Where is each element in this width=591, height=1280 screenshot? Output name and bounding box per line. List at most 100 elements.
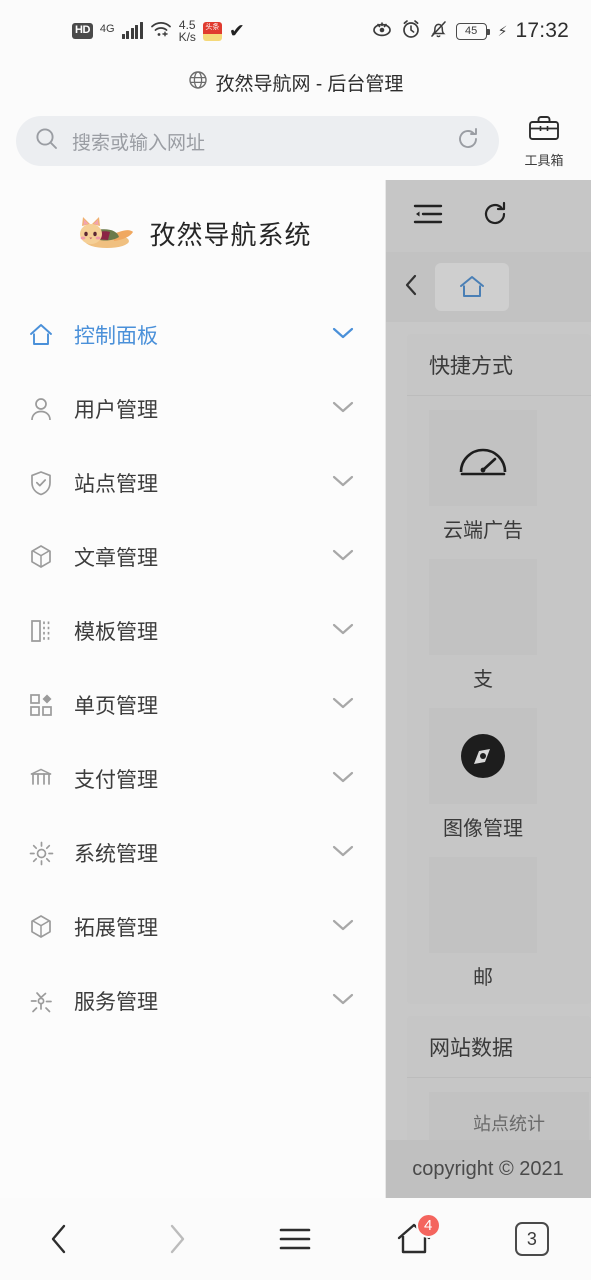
- search-placeholder: 搜索或输入网址: [72, 132, 206, 154]
- service-icon: [28, 989, 54, 1013]
- admin-footer: copyright © 2021: [385, 1140, 591, 1198]
- tab-home[interactable]: [435, 263, 509, 311]
- brand-name: 孜然导航系统: [149, 219, 312, 250]
- bell-muted-icon: [429, 19, 448, 44]
- sidebar-item-label: 服务管理: [74, 991, 158, 1014]
- browser-search-row: 搜索或输入网址 工具箱: [0, 102, 591, 180]
- brand-header: 孜然导航系统: [0, 180, 385, 276]
- nav-menu-button[interactable]: [260, 1209, 330, 1269]
- admin-toolbar: [385, 180, 591, 252]
- tab-scroll-left-icon[interactable]: [401, 272, 423, 303]
- toolbox-label: 工具箱: [524, 153, 564, 168]
- sidebar-item-payment-management[interactable]: 支付管理: [0, 742, 385, 816]
- sidebar-item-control-panel[interactable]: 控制面板: [0, 298, 385, 372]
- shortcut-item[interactable]: 邮: [429, 857, 537, 990]
- sidebar-item-singlepage-management[interactable]: 单页管理: [0, 668, 385, 742]
- page-title: 孜然导航网 - 后台管理: [215, 73, 404, 95]
- sidebar-drawer: 孜然导航系统 控制面板 用户管理 站点管理 文章管理 模板管理 单页管理 支付管…: [0, 180, 386, 1198]
- globe-icon: [188, 70, 208, 95]
- chevron-down-icon: [331, 769, 355, 790]
- shortcut-item[interactable]: 支: [429, 559, 537, 692]
- shortcut-label: 支: [473, 669, 493, 691]
- sidebar-item-label: 控制面板: [74, 325, 158, 348]
- nav-tabs-button[interactable]: 3: [497, 1209, 567, 1269]
- box-icon: [28, 544, 54, 570]
- shortcut-item[interactable]: 云端广告: [429, 410, 537, 543]
- refresh-icon[interactable]: [455, 126, 481, 157]
- shortcut-label: 云端广告: [443, 520, 523, 542]
- admin-tab-strip: [385, 252, 591, 322]
- chevron-left-icon: [51, 1224, 66, 1254]
- sidebar-item-label: 站点管理: [74, 473, 158, 496]
- grid-dot-icon: [28, 693, 54, 717]
- shortcut-item[interactable]: 图像管理: [429, 708, 537, 841]
- sidebar-item-extension-management[interactable]: 拓展管理: [0, 890, 385, 964]
- chevron-right-icon: [171, 1224, 185, 1254]
- browser-bottom-nav: 4 3: [0, 1198, 591, 1280]
- chevron-down-icon: [331, 473, 355, 494]
- hd-badge: HD: [72, 23, 93, 39]
- shortcut-label: 图像管理: [443, 818, 523, 840]
- template-icon: [28, 618, 54, 644]
- sidebar-item-user-management[interactable]: 用户管理: [0, 372, 385, 446]
- sidebar-item-label: 用户管理: [74, 399, 158, 422]
- checkmark-icon: ✔: [228, 20, 245, 42]
- chevron-down-icon: [331, 621, 355, 642]
- compass-icon: [429, 708, 537, 804]
- toolbox-icon: [527, 113, 561, 148]
- clock-label: 17:32: [515, 19, 569, 42]
- status-bar-right: 45 ⚡ 17:32: [371, 19, 569, 44]
- partial-icon: [429, 857, 537, 953]
- shortcuts-card-title: 快捷方式: [407, 334, 591, 396]
- chevron-down-icon: [331, 325, 355, 346]
- shield-check-icon: [28, 470, 54, 496]
- chevron-down-icon: [331, 547, 355, 568]
- gauge-icon: [429, 410, 537, 506]
- phone-screen: HD 4G 4.5 K/s ✔ 45 ⚡ 17:: [0, 0, 591, 1280]
- sidebar-item-template-management[interactable]: 模板管理: [0, 594, 385, 668]
- toolbox-button[interactable]: 工具箱: [513, 113, 575, 169]
- nav-back-button[interactable]: [24, 1209, 94, 1269]
- sidebar-item-label: 单页管理: [74, 695, 158, 718]
- search-input[interactable]: 搜索或输入网址: [16, 116, 499, 166]
- battery-icon: 45: [455, 22, 490, 40]
- alarm-clock-icon: [401, 19, 421, 44]
- network-type-label: 4G: [99, 23, 115, 35]
- box-icon: [28, 914, 54, 940]
- shortcuts-card: 快捷方式 云端广告 支 图像管理 邮: [407, 334, 591, 1004]
- sidebar-item-label: 支付管理: [74, 769, 158, 792]
- hamburger-menu-icon: [280, 1228, 311, 1250]
- charging-bolt-icon: ⚡: [497, 22, 508, 39]
- signal-bars-icon: [121, 22, 143, 39]
- shortcut-label: 邮: [473, 967, 493, 989]
- partial-icon: [429, 559, 537, 655]
- nav-forward-button[interactable]: [142, 1209, 212, 1269]
- admin-refresh-icon[interactable]: [481, 200, 509, 233]
- toutiao-app-icon: [202, 21, 222, 41]
- sidebar-item-label: 模板管理: [74, 621, 158, 644]
- search-icon: [34, 126, 60, 157]
- chevron-down-icon: [331, 399, 355, 420]
- sidebar-item-system-management[interactable]: 系统管理: [0, 816, 385, 890]
- sidebar-item-label: 拓展管理: [74, 917, 158, 940]
- webview: 快捷方式 云端广告 支 图像管理 邮 网站数据 站点统计 copyright ©…: [0, 180, 591, 1198]
- sidebar-item-site-management[interactable]: 站点管理: [0, 446, 385, 520]
- shortcuts-grid: 云端广告 支 图像管理 邮: [407, 396, 591, 1004]
- user-icon: [28, 396, 54, 422]
- gear-icon: [28, 841, 54, 866]
- sidebar-item-label: 系统管理: [74, 843, 158, 866]
- payment-icon: [28, 767, 54, 791]
- fox-mascot-logo: [73, 208, 135, 259]
- chevron-down-icon: [331, 843, 355, 864]
- wifi-icon: [150, 20, 172, 43]
- page-title-bar: 孜然导航网 - 后台管理: [0, 62, 591, 102]
- stat-label: 站点统计: [473, 1114, 545, 1134]
- stats-card-title: 网站数据: [407, 1016, 591, 1078]
- nav-home-button[interactable]: 4: [379, 1209, 449, 1269]
- admin-content-panel: 快捷方式 云端广告 支 图像管理 邮 网站数据 站点统计 copyright ©…: [385, 180, 591, 1198]
- home-icon: [28, 323, 54, 347]
- sidebar-item-article-management[interactable]: 文章管理: [0, 520, 385, 594]
- menu-fold-icon[interactable]: [413, 202, 443, 231]
- sidebar-item-service-management[interactable]: 服务管理: [0, 964, 385, 1038]
- network-speed-unit: K/s: [178, 30, 196, 44]
